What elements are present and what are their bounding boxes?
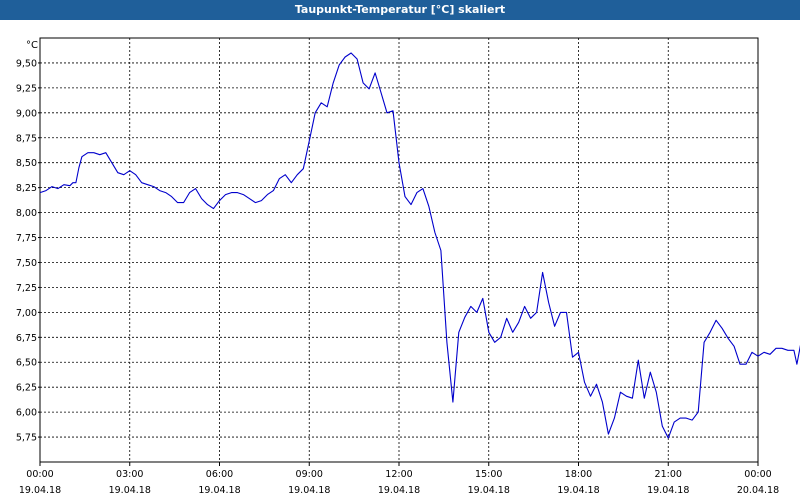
- y-tick-label: 6,50: [16, 358, 37, 369]
- y-tick-label: 9,50: [16, 58, 37, 69]
- x-tick-time: 03:00: [116, 469, 143, 480]
- y-tick-label: 9,25: [16, 83, 37, 94]
- x-tick-time: 00:00: [744, 469, 771, 480]
- x-tick-date: 19.04.18: [109, 485, 151, 496]
- x-tick-date: 19.04.18: [19, 485, 61, 496]
- x-tick-date: 19.04.18: [647, 485, 689, 496]
- x-tick-time: 00:00: [26, 469, 53, 480]
- x-tick-date: 19.04.18: [557, 485, 599, 496]
- x-tick-time: 18:00: [565, 469, 592, 480]
- x-tick-time: 21:00: [655, 469, 682, 480]
- y-tick-label: 5,75: [16, 433, 37, 444]
- chart-canvas: 5,75 6,00 6,25 6,50 6,75 7,00 7,25 7,50 7,75 8,00…: [16, 37, 800, 496]
- chart-window: Taupunkt-Temperatur [°C] skaliert 5,75 6,…: [0, 0, 800, 500]
- x-axis-ticks: 00:00 19.04.18 03:00 19.04.18 06:00 19.04.18 0…: [19, 462, 779, 496]
- y-tick-label: 8,25: [16, 183, 37, 194]
- y-tick-label: 7,75: [16, 233, 37, 244]
- chart-series: [39, 52, 800, 439]
- x-tick-date: 19.04.18: [288, 485, 330, 496]
- x-tick-time: 09:00: [296, 469, 323, 480]
- y-tick-label: 6,25: [16, 383, 37, 394]
- x-tick-date: 19.04.18: [198, 485, 240, 496]
- x-tick-date: 19.04.18: [378, 485, 420, 496]
- x-tick-time: 06:00: [206, 469, 233, 480]
- x-tick-time: 15:00: [475, 469, 502, 480]
- chart-grid: [39, 37, 759, 463]
- y-tick-label: 8,00: [16, 208, 37, 219]
- chart-title: Taupunkt-Temperatur [°C] skaliert: [0, 0, 800, 20]
- y-tick-label: 9,00: [16, 108, 37, 119]
- y-tick-label: 6,00: [16, 408, 37, 419]
- y-axis-ticks: 5,75 6,00 6,25 6,50 6,75 7,00 7,25 7,50 7,75 8,00…: [16, 58, 40, 444]
- y-tick-label: 7,00: [16, 308, 37, 319]
- series-line: [39, 52, 800, 439]
- x-tick-date: 19.04.18: [468, 485, 510, 496]
- y-tick-label: 8,50: [16, 158, 37, 169]
- y-tick-label: 7,50: [16, 258, 37, 269]
- y-tick-label: 8,75: [16, 133, 37, 144]
- y-tick-label: 7,25: [16, 283, 37, 294]
- y-tick-label: 6,75: [16, 333, 37, 344]
- x-tick-time: 12:00: [385, 469, 412, 480]
- x-tick-date: 20.04.18: [737, 485, 779, 496]
- y-axis-unit: °C: [26, 40, 38, 51]
